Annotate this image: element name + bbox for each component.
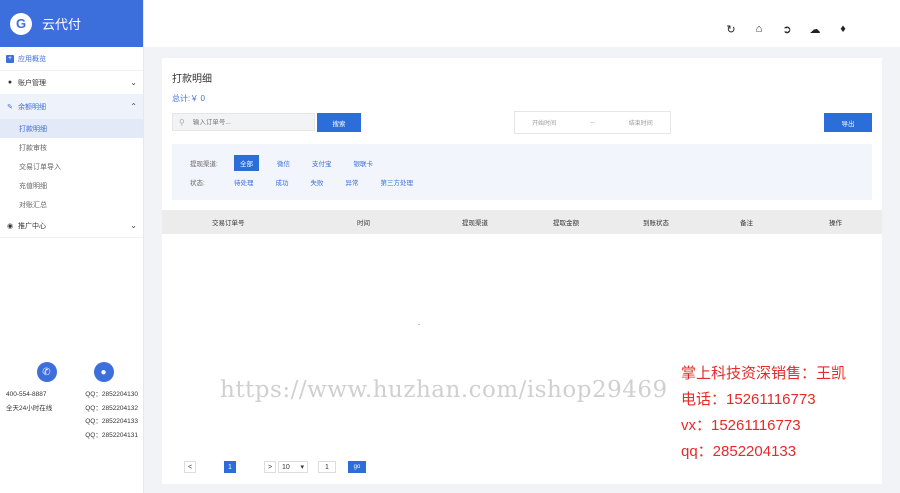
brand-logo-icon: G: [10, 12, 32, 35]
seller-line: 掌上科技资深销售：王凯: [681, 365, 847, 382]
column-header[interactable]: 操作: [829, 217, 842, 227]
bell-icon[interactable]: ♦: [836, 22, 850, 36]
current-page[interactable]: 1: [224, 461, 236, 473]
search-field: ⚲: [172, 113, 315, 131]
column-header[interactable]: 提取金额: [553, 217, 579, 227]
status-option-third-party[interactable]: 第三方处理: [381, 177, 414, 187]
seller-line: 电话：15261116773: [681, 391, 816, 408]
globe-icon: ◉: [6, 222, 14, 230]
column-header[interactable]: 提现渠道: [462, 217, 488, 227]
sidebar-subitem-reconciliation[interactable]: 对账汇总: [0, 195, 143, 214]
channel-filter-label: 提现渠道:: [190, 161, 218, 168]
sidebar-item-overview[interactable]: + 应用概览: [0, 47, 143, 71]
topbar: ↻ ⌂ ➲ ☁ ♦: [144, 0, 900, 47]
search-input[interactable]: [192, 118, 303, 126]
column-header[interactable]: 备注: [740, 217, 753, 227]
sidebar: G 云代付 + 应用概览 ● 账户管理 ⌄ ✎ 余额明细 ⌃ 打款明细 打款审核…: [0, 0, 144, 493]
seller-line: qq：2852204133: [681, 443, 797, 460]
chevron-down-icon: ⌄: [130, 78, 137, 87]
contact-phone: 400-554-8887: [6, 391, 47, 398]
cloud-download-icon[interactable]: ☁: [808, 22, 822, 36]
page-size-value: 10: [282, 463, 290, 471]
seller-line: vx：15261116773: [681, 417, 801, 434]
sidebar-item-label: 账户管理: [18, 79, 46, 87]
loading-dot: [418, 324, 420, 325]
contact-qq: QQ：2852204131: [85, 431, 138, 439]
start-date-input[interactable]: 开始时间: [532, 118, 556, 127]
go-button[interactable]: go: [348, 461, 366, 473]
home-icon[interactable]: ⌂: [752, 22, 766, 36]
total-amount: 总计:￥ 0: [172, 94, 205, 103]
logout-icon[interactable]: ➲: [780, 22, 794, 36]
status-option-abnormal[interactable]: 异常: [346, 177, 359, 187]
watermark-url: https://www.huzhan.com/ishop29469: [220, 377, 668, 403]
brand-name: 云代付: [42, 17, 82, 32]
chevron-up-icon: ⌃: [130, 102, 137, 111]
refresh-icon[interactable]: ↻: [724, 22, 738, 36]
sidebar-item-label: 应用概览: [18, 55, 46, 63]
channel-option-all[interactable]: 全部: [234, 155, 259, 171]
chevron-down-icon: ⌄: [130, 221, 137, 230]
status-option-pending[interactable]: 待处理: [234, 177, 254, 187]
status-option-success[interactable]: 成功: [276, 177, 289, 187]
seller-info: 掌上科技资深销售：王凯 电话：15261116773 vx：1526111677…: [681, 361, 846, 465]
sidebar-item-balance[interactable]: ✎ 余额明细 ⌃: [0, 95, 143, 119]
column-header[interactable]: 到账状态: [643, 217, 669, 227]
plus-square-icon: +: [6, 54, 14, 63]
sidebar-subitem-recharge-detail[interactable]: 充值明细: [0, 176, 143, 195]
next-page-button[interactable]: >: [264, 461, 276, 473]
sidebar-subitem-order-import[interactable]: 交易订单导入: [0, 157, 143, 176]
sidebar-item-label: 余额明细: [18, 103, 46, 111]
status-option-failed[interactable]: 失败: [311, 177, 324, 187]
pagination: < 1 > 10 ▾ 1 go: [184, 461, 366, 473]
contact-hours: 全天24小时在线: [6, 404, 53, 412]
contact-panel: ✆ ● 400-554-8887 全天24小时在线 QQ：2852204130 …: [0, 362, 144, 442]
qq-icon[interactable]: ●: [93, 362, 114, 382]
column-header[interactable]: 时间: [357, 217, 370, 227]
caret-down-icon: ▾: [300, 464, 304, 471]
channel-option-alipay[interactable]: 支付宝: [312, 158, 332, 168]
sidebar-item-account[interactable]: ● 账户管理 ⌄: [0, 71, 143, 95]
channel-option-wechat[interactable]: 微信: [277, 158, 290, 168]
sidebar-subitem-payout-review[interactable]: 打款审核: [0, 138, 143, 157]
page-jump-input[interactable]: 1: [318, 461, 336, 473]
page-title: 打款明细: [172, 74, 212, 85]
sidebar-subitem-payout-detail[interactable]: 打款明细: [0, 119, 143, 138]
edit-icon: ✎: [7, 103, 13, 111]
table-header: 交易订单号 时间 提现渠道 提取金额 到账状态 备注 操作: [162, 210, 882, 234]
column-header[interactable]: 交易订单号: [212, 217, 245, 227]
search-button[interactable]: 搜索: [317, 113, 361, 132]
filter-panel: 提现渠道: 全部 微信 支付宝 银联卡 状态: 待处理 成功 失败 异常 第三方…: [172, 144, 872, 200]
sidebar-item-label: 推广中心: [18, 222, 46, 230]
status-filter-label: 状态:: [190, 180, 205, 187]
channel-option-unionpay[interactable]: 银联卡: [354, 158, 374, 168]
phone-icon[interactable]: ✆: [36, 362, 57, 382]
page-size-select[interactable]: 10 ▾: [278, 461, 308, 473]
contact-qq: QQ：2852204130: [85, 391, 138, 398]
export-button[interactable]: 导出: [824, 113, 872, 132]
user-icon: ●: [7, 79, 13, 86]
end-date-input[interactable]: 结束时间: [629, 118, 653, 127]
status-filter: 状态: 待处理 成功 失败 异常 第三方处理: [190, 177, 435, 187]
brand-header[interactable]: G 云代付: [0, 0, 143, 47]
date-separator: --: [590, 119, 595, 126]
contact-qq: QQ：2852204133: [85, 418, 138, 425]
channel-filter: 提现渠道: 全部 微信 支付宝 银联卡: [190, 155, 395, 171]
date-range-picker[interactable]: 开始时间 -- 结束时间: [514, 111, 671, 134]
sidebar-item-promotion[interactable]: ◉ 推广中心 ⌄: [0, 214, 143, 238]
search-icon: ⚲: [179, 117, 185, 127]
contact-qq: QQ：2852204132: [85, 404, 138, 412]
sidebar-menu: + 应用概览 ● 账户管理 ⌄ ✎ 余额明细 ⌃ 打款明细 打款审核 交易订单导…: [0, 47, 143, 238]
prev-page-button[interactable]: <: [184, 461, 196, 473]
